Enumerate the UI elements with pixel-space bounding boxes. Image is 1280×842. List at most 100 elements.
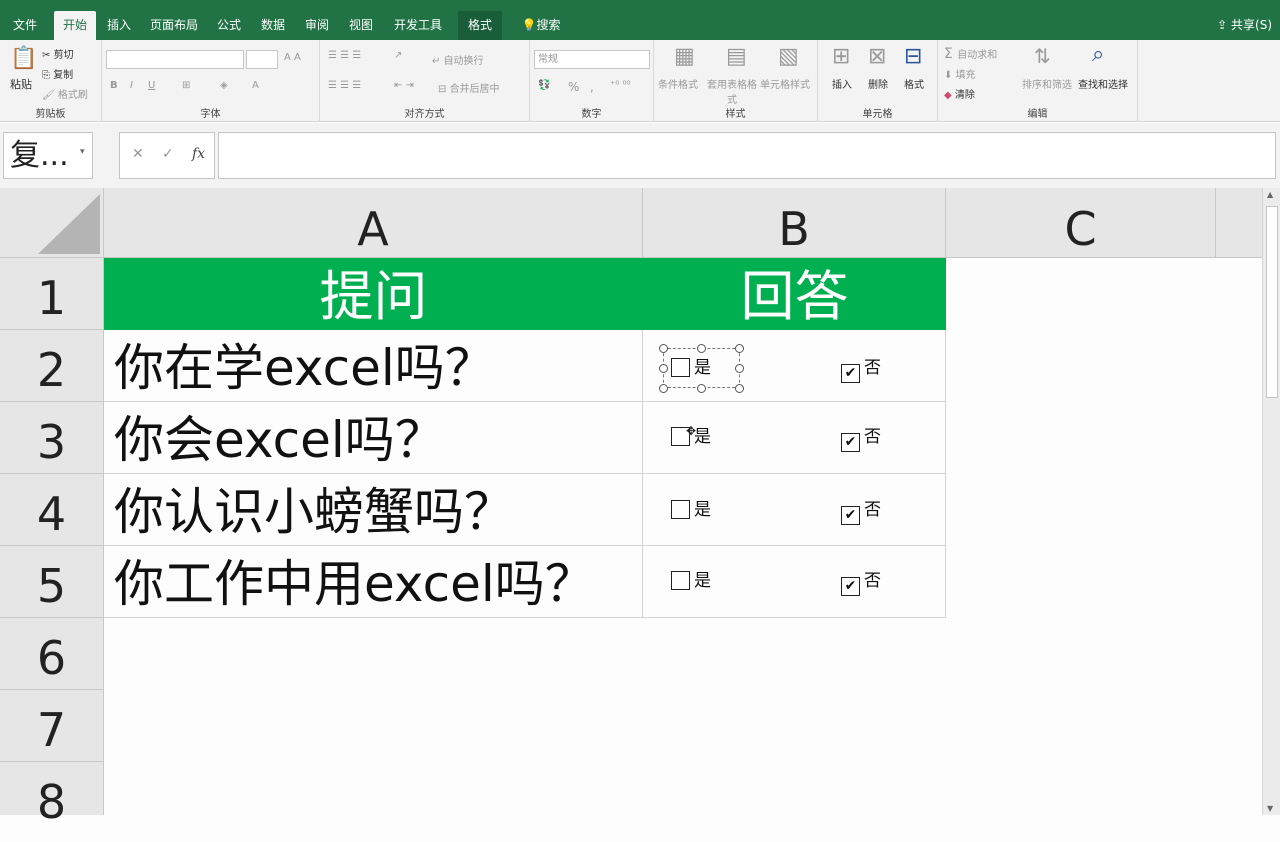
- paste-button[interactable]: 粘贴: [10, 76, 32, 92]
- delete-cells-button[interactable]: 删除: [868, 76, 888, 91]
- tab-review[interactable]: 审阅: [298, 11, 336, 40]
- clear-button[interactable]: ◆ 清除: [944, 86, 975, 101]
- table-format-icon: ▤: [726, 44, 747, 69]
- sort-filter-button[interactable]: 排序和筛选: [1022, 76, 1072, 91]
- group-label-alignment: 对齐方式: [320, 105, 529, 120]
- resize-handle[interactable]: [659, 364, 668, 373]
- brush-icon: 🖌: [42, 90, 58, 101]
- table-format-button[interactable]: 套用表格格式: [704, 76, 760, 106]
- number-format-select[interactable]: 常规: [534, 50, 650, 69]
- resize-handle[interactable]: [735, 384, 744, 393]
- insert-cells-icon: ⊞: [832, 44, 850, 69]
- grow-font-button[interactable]: A A: [284, 52, 301, 63]
- orientation-icon[interactable]: ↗: [394, 50, 402, 61]
- scroll-down-icon[interactable]: ▼: [1267, 804, 1273, 813]
- tab-insert[interactable]: 插入: [100, 11, 138, 40]
- scrollbar-thumb[interactable]: [1266, 206, 1278, 398]
- lightbulb-icon: 💡: [522, 18, 537, 32]
- row-header-5[interactable]: 5: [0, 546, 104, 618]
- question-cell[interactable]: 你在学excel吗？: [104, 330, 643, 402]
- cut-button[interactable]: ✂ 剪切: [42, 46, 74, 61]
- question-cell[interactable]: 你会excel吗？: [104, 402, 643, 474]
- italic-button[interactable]: I: [130, 80, 133, 91]
- column-header-c[interactable]: C: [946, 188, 1216, 258]
- percent-button[interactable]: %: [568, 80, 579, 94]
- column-header-b[interactable]: B: [643, 188, 946, 258]
- search-box[interactable]: 💡搜索: [516, 11, 566, 40]
- tab-view[interactable]: 视图: [342, 11, 380, 40]
- scroll-up-icon[interactable]: ▲: [1267, 190, 1273, 199]
- share-button[interactable]: ⇪ 共享(S): [1217, 11, 1272, 40]
- conditional-format-button[interactable]: 条件格式: [658, 76, 698, 91]
- decimal-icon[interactable]: ⁺⁰ ⁰⁰: [610, 80, 630, 91]
- row-header-7[interactable]: 7: [0, 690, 104, 762]
- question-cell[interactable]: 你工作中用excel吗？: [104, 546, 643, 618]
- row-header-3[interactable]: 3: [0, 402, 104, 474]
- column-header-a[interactable]: A: [104, 188, 643, 258]
- checkbox-yes-row5[interactable]: 是: [671, 570, 711, 594]
- row-header-1[interactable]: 1: [0, 258, 104, 330]
- fill-down-icon: ⬇: [944, 70, 956, 81]
- paste-icon: 📋: [10, 46, 37, 71]
- checkbox-no-row3[interactable]: ✔否: [841, 426, 881, 450]
- border-icon[interactable]: ⊞: [182, 80, 190, 91]
- underline-button[interactable]: U: [148, 80, 155, 91]
- format-painter-button[interactable]: 🖌 格式刷: [42, 86, 88, 101]
- vertical-scrollbar[interactable]: ▲ ▼: [1262, 188, 1280, 815]
- row-header-4[interactable]: 4: [0, 474, 104, 546]
- find-select-button[interactable]: 查找和选择: [1078, 76, 1128, 91]
- conditional-format-icon: ▦: [674, 44, 695, 69]
- align-top-icon[interactable]: ☰ ☰ ☰: [328, 50, 361, 61]
- align-left-icon[interactable]: ☰ ☰ ☰: [328, 80, 361, 91]
- tab-home[interactable]: 开始: [54, 11, 96, 40]
- tab-page-layout[interactable]: 页面布局: [144, 11, 204, 40]
- indent-icon[interactable]: ⇤ ⇥: [394, 80, 414, 91]
- tab-file[interactable]: 文件: [6, 11, 44, 40]
- select-all-corner[interactable]: [0, 188, 104, 258]
- bold-button[interactable]: B: [110, 80, 118, 91]
- font-color-icon[interactable]: A: [252, 80, 259, 91]
- format-cells-button[interactable]: 格式: [904, 76, 924, 91]
- function-icon[interactable]: fx: [192, 146, 205, 162]
- checkbox-no-row5[interactable]: ✔否: [841, 570, 881, 594]
- fill-button[interactable]: ⬇ 填充: [944, 66, 976, 81]
- row-header-8[interactable]: 8: [0, 762, 104, 815]
- row-header-2[interactable]: 2: [0, 330, 104, 402]
- resize-handle[interactable]: [697, 344, 706, 353]
- column-header-d[interactable]: [1216, 188, 1262, 258]
- tab-data[interactable]: 数据: [254, 11, 292, 40]
- cancel-icon[interactable]: ✕: [132, 146, 144, 162]
- resize-handle[interactable]: [735, 344, 744, 353]
- tab-formulas[interactable]: 公式: [210, 11, 248, 40]
- currency-icon[interactable]: 💱: [538, 80, 550, 91]
- group-label-styles: 样式: [654, 105, 817, 120]
- checkbox-no-row4[interactable]: ✔否: [841, 499, 881, 523]
- resize-handle[interactable]: [659, 344, 668, 353]
- font-name-select[interactable]: [106, 50, 244, 69]
- resize-handle[interactable]: [735, 364, 744, 373]
- autosum-button[interactable]: Σ 自动求和: [944, 46, 997, 62]
- group-alignment: ☰ ☰ ☰ ↗ ↵ 自动换行 ☰ ☰ ☰ ⇤ ⇥ ⊟ 合并后居中 对齐方式: [320, 40, 530, 122]
- copy-button[interactable]: ⎘ 复制: [42, 66, 73, 81]
- checkbox-no-row2[interactable]: ✔否: [841, 357, 881, 381]
- question-cell[interactable]: 你认识小螃蟹吗？: [104, 474, 643, 546]
- confirm-icon[interactable]: ✓: [162, 146, 174, 162]
- checkbox-yes-row4[interactable]: 是: [671, 499, 711, 523]
- row-header-6[interactable]: 6: [0, 618, 104, 690]
- cell-b1-header-answer[interactable]: 回答: [643, 258, 946, 330]
- wrap-text-button[interactable]: ↵ 自动换行: [432, 52, 484, 67]
- resize-handle[interactable]: [697, 384, 706, 393]
- tab-format[interactable]: 格式: [458, 11, 502, 40]
- cell-a1-header-question[interactable]: 提问: [104, 258, 643, 330]
- merge-center-button[interactable]: ⊟ 合并后居中: [438, 80, 500, 95]
- comma-button[interactable]: ,: [590, 80, 594, 94]
- cell-styles-button[interactable]: 单元格样式: [760, 76, 810, 91]
- formula-buttons: ✕ ✓ fx: [119, 132, 215, 179]
- fill-color-icon[interactable]: ◈: [220, 80, 228, 91]
- insert-cells-button[interactable]: 插入: [832, 76, 852, 91]
- font-size-select[interactable]: [246, 50, 278, 69]
- resize-handle[interactable]: [659, 384, 668, 393]
- chevron-down-icon[interactable]: ▾: [80, 147, 85, 157]
- tab-developer[interactable]: 开发工具: [388, 11, 448, 40]
- formula-input[interactable]: [218, 132, 1276, 179]
